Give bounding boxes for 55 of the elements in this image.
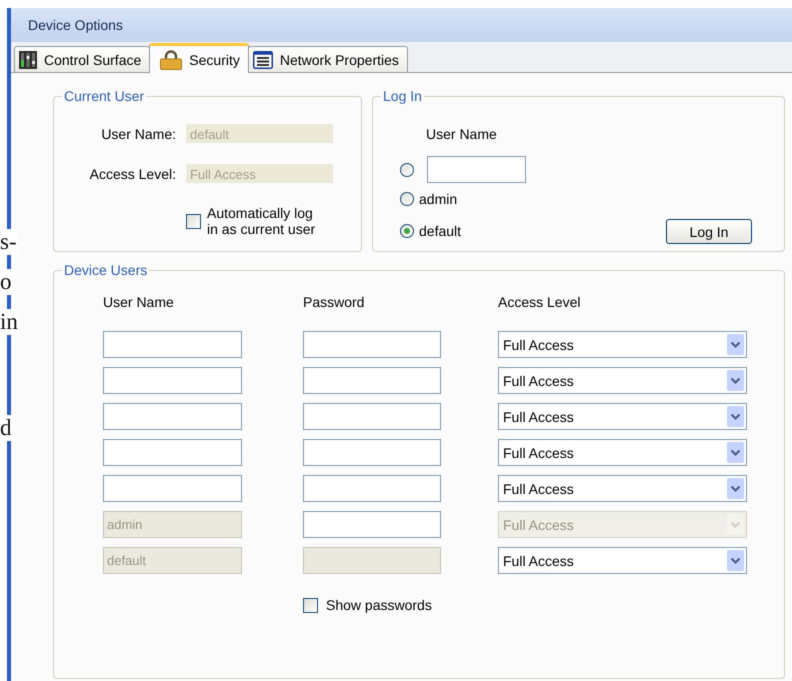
user-name-field[interactable] xyxy=(103,439,242,466)
checkbox-label[interactable]: Show passwords xyxy=(326,597,432,613)
user-name-input[interactable] xyxy=(427,156,526,183)
checkbox[interactable] xyxy=(303,598,318,612)
padlock-icon xyxy=(160,50,182,70)
radio-button[interactable] xyxy=(400,162,414,176)
column-header: Access Level xyxy=(498,294,582,310)
column-header: Password xyxy=(303,294,366,310)
document-text: in xyxy=(0,309,19,335)
column-header: User Name xyxy=(103,294,175,310)
field-label: User Name: xyxy=(100,126,176,142)
access-level-dropdown[interactable]: Full Access xyxy=(498,331,747,358)
tab[interactable]: Control Surface xyxy=(14,46,150,72)
access-level-dropdown[interactable]: Full Access xyxy=(498,547,747,574)
radio-label[interactable]: default xyxy=(419,223,462,239)
field-label: Access Level: xyxy=(88,166,176,182)
chevron-down-icon xyxy=(727,442,744,463)
access-level-dropdown[interactable]: Full Access xyxy=(498,439,747,466)
group-title: Current User xyxy=(63,89,146,104)
window-title: Device Options xyxy=(28,17,123,33)
password-field[interactable] xyxy=(303,511,441,538)
access-level-dropdown[interactable]: Full Access xyxy=(498,403,747,430)
access-level-dropdown[interactable]: Full Access xyxy=(498,475,747,502)
chevron-down-icon xyxy=(727,550,744,571)
user-name-field[interactable] xyxy=(103,475,242,502)
checkbox-label[interactable]: Automatically log in as current user xyxy=(207,205,323,237)
radio-label[interactable]: admin xyxy=(419,191,458,207)
tab[interactable]: Security xyxy=(149,43,249,73)
user-name-field[interactable] xyxy=(103,403,242,430)
password-field[interactable] xyxy=(303,403,441,430)
mixer-icon xyxy=(19,50,37,68)
user-name-field[interactable] xyxy=(103,367,242,394)
radio-button[interactable] xyxy=(400,192,414,206)
group-title: Device Users xyxy=(63,263,148,278)
document-text: o xyxy=(0,269,12,295)
password-field[interactable] xyxy=(303,439,441,466)
document-text: s- xyxy=(0,229,18,255)
radio-button[interactable] xyxy=(400,224,414,238)
checkbox[interactable] xyxy=(186,214,201,228)
group-title: Log In xyxy=(382,89,423,104)
document-text: d xyxy=(0,415,12,441)
column-label: User Name xyxy=(426,126,498,142)
chevron-down-icon xyxy=(727,334,744,355)
tab[interactable]: Network Properties xyxy=(248,46,408,72)
chevron-down-icon xyxy=(727,478,744,499)
password-field[interactable] xyxy=(303,331,441,358)
chevron-down-icon xyxy=(727,370,744,391)
list-window-icon xyxy=(252,50,273,68)
log-in-button[interactable]: Log In xyxy=(666,219,752,244)
chevron-down-icon xyxy=(727,514,744,535)
password-field[interactable] xyxy=(303,367,441,394)
password-field[interactable] xyxy=(303,475,441,502)
chevron-down-icon xyxy=(727,406,744,427)
user-name-field[interactable] xyxy=(103,331,242,358)
access-level-dropdown[interactable]: Full Access xyxy=(498,367,747,394)
